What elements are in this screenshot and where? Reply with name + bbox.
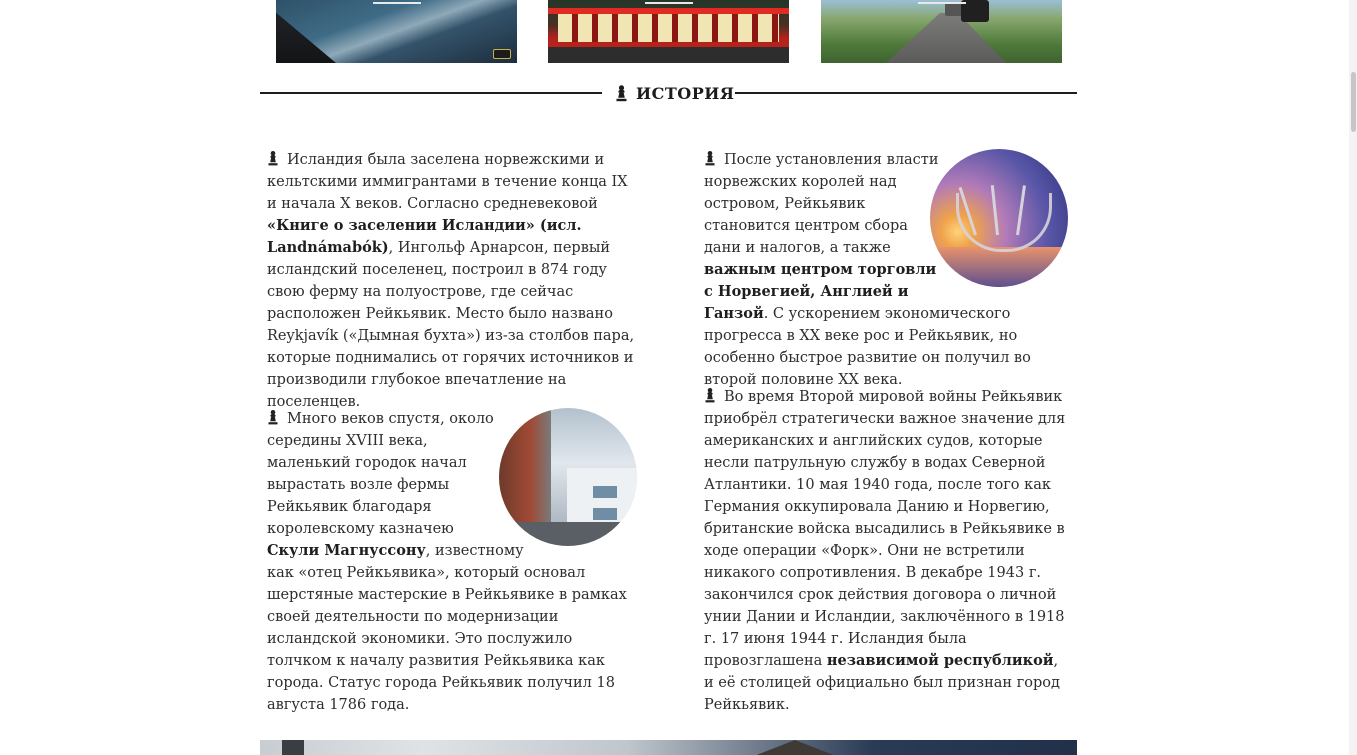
section-header: ИСТОРИЯ	[260, 80, 1077, 106]
header-rule-left	[260, 92, 602, 94]
ground-shape	[548, 47, 789, 63]
chess-pawn-icon	[704, 387, 716, 403]
thumb-caption-bar	[917, 2, 966, 4]
gallery-thumb-red-shop[interactable]	[548, 0, 789, 63]
history-paragraph-2: Много веков спустя, около середины XVIII…	[267, 408, 637, 716]
gallery-thumb-road[interactable]	[821, 0, 1062, 63]
header-rule-right	[735, 92, 1077, 94]
paragraph-text: , Ингольф Арнарсон, первый исландский по…	[267, 240, 635, 410]
page-scrollbar[interactable]	[1349, 0, 1357, 755]
paragraph-text: Во время Второй мировой войны Рейкьявик …	[704, 389, 1066, 669]
street-ground	[499, 522, 637, 546]
pole-shape	[282, 740, 304, 755]
paragraph-text: , известному как «отец Рейкьявика», кото…	[267, 543, 627, 713]
shop-windows	[558, 14, 779, 42]
window-shape	[593, 508, 617, 520]
paragraph-text: Исландия была заселена норвежскими и кел…	[267, 152, 628, 212]
sea-shape	[930, 247, 1068, 287]
thumb-caption-bar	[644, 2, 693, 4]
window-shape	[593, 486, 617, 498]
history-paragraph-4: Во время Второй мировой войны Рейкьявик …	[704, 386, 1068, 716]
scrollbar-thumb[interactable]	[1351, 72, 1356, 132]
sun-voyager-photo	[930, 149, 1068, 287]
next-section-banner-photo	[260, 740, 1077, 755]
street-buildings-photo	[499, 408, 637, 546]
gallery-thumb-coast[interactable]	[276, 0, 517, 63]
shore-shape	[276, 12, 336, 63]
chess-pawn-icon	[267, 409, 279, 425]
history-paragraph-3: После установления власти норвежских кор…	[704, 149, 1068, 391]
thumb-caption-bar	[372, 2, 421, 4]
roof-shape	[756, 740, 834, 755]
section-title: ИСТОРИЯ	[615, 80, 734, 106]
chess-pawn-icon	[267, 150, 279, 166]
section-title-text: ИСТОРИЯ	[636, 83, 735, 103]
paragraph-bold-text: независимой республикой	[826, 652, 1054, 669]
paragraph-text: Много веков спустя, около середины XVIII…	[267, 411, 494, 537]
paragraph-bold-text: Скули Магнуссону	[267, 542, 426, 559]
watermark-badge	[493, 49, 511, 59]
chess-pawn-icon	[704, 150, 716, 166]
history-paragraph-1: Исландия была заселена норвежскими и кел…	[267, 149, 637, 413]
chess-pawn-icon	[615, 84, 628, 102]
paragraph-text: После установления власти норвежских кор…	[704, 152, 939, 256]
